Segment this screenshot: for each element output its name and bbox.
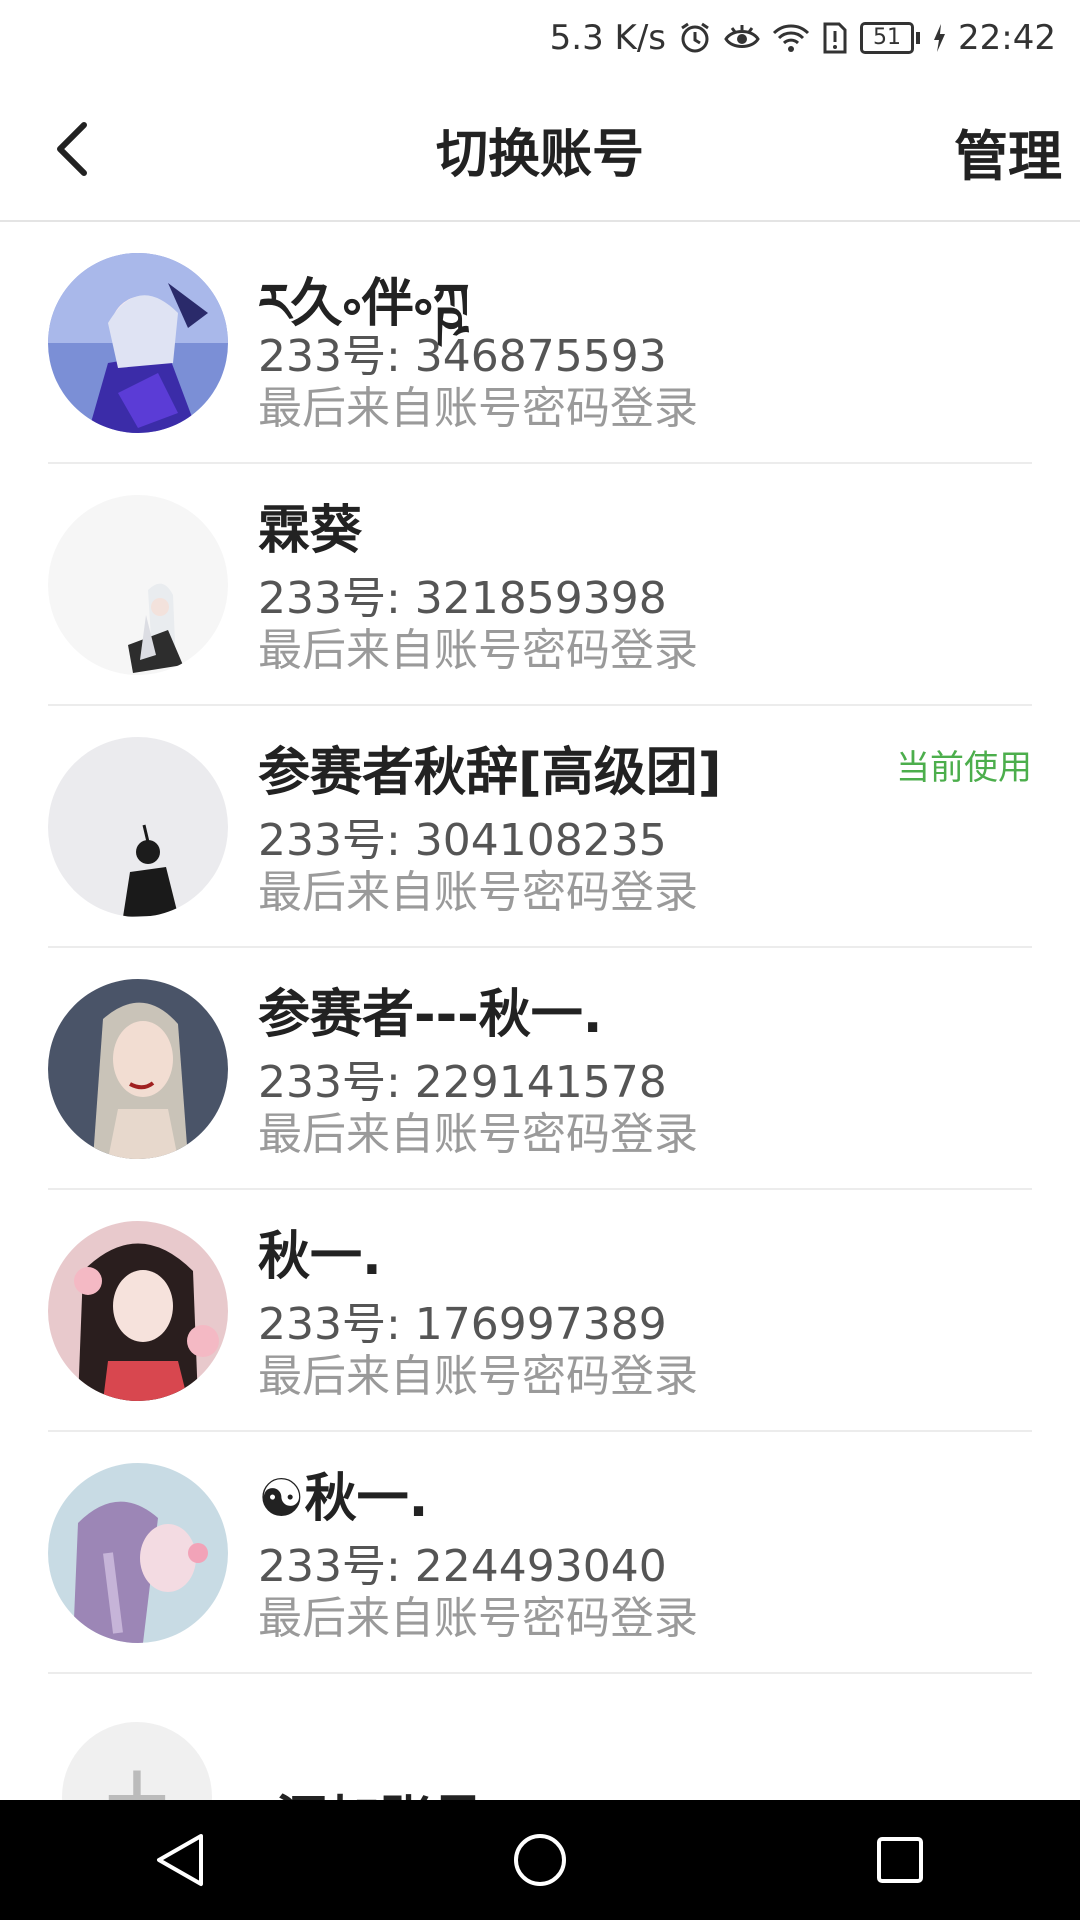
avatar (48, 1221, 228, 1401)
sim-alert-icon (822, 21, 848, 55)
account-item[interactable]: 参赛者---秋一. 233号: 229141578 最后来自账号密码登录 (48, 948, 1032, 1190)
account-name: 参赛者秋辞[高级团] (258, 743, 722, 803)
nav-home-button[interactable] (480, 1800, 600, 1920)
account-login-method: 最后来自账号密码登录 (258, 1351, 698, 1402)
avatar (48, 495, 228, 675)
app-header: 切换账号 管理 (0, 76, 1080, 222)
page-title: 切换账号 (435, 125, 644, 185)
avatar (48, 253, 228, 433)
account-login-method: 最后来自账号密码登录 (258, 1109, 698, 1160)
system-nav-bar (0, 1800, 1080, 1920)
account-name: ☯秋一. (258, 1469, 429, 1529)
account-item[interactable]: 参赛者秋辞[高级团] 233号: 304108235 最后来自账号密码登录 当前… (48, 706, 1032, 948)
home-circle-icon (514, 1834, 566, 1886)
current-account-badge: 当前使用 (896, 748, 1032, 788)
account-item[interactable]: ☯秋一. 233号: 224493040 最后来自账号密码登录 (48, 1432, 1032, 1674)
account-item[interactable]: 霖葵 233号: 321859398 最后来自账号密码登录 (48, 464, 1032, 706)
account-login-method: 最后来自账号密码登录 (258, 1593, 698, 1644)
account-name: 参赛者---秋一. (258, 985, 603, 1045)
battery-icon: 51 (860, 22, 921, 54)
alarm-icon (678, 21, 712, 55)
battery-level: 51 (860, 22, 915, 54)
account-list: ར久༚伴༚ཀྵ 233号: 346875593 最后来自账号密码登录 霖葵 23… (0, 222, 1080, 1674)
account-login-method: 最后来自账号密码登录 (258, 383, 698, 434)
account-name: 霖葵 (258, 501, 363, 561)
add-account-button[interactable]: + 添加账号 (48, 1696, 1032, 1872)
clock-time: 22:42 (958, 18, 1056, 58)
status-bar: 5.3 K/s 51 22:42 (0, 0, 1080, 76)
account-login-method: 最后来自账号密码登录 (258, 867, 698, 918)
account-name: 秋一. (258, 1227, 382, 1287)
nav-recents-button[interactable] (840, 1800, 960, 1920)
screen: 5.3 K/s 51 22:42 切换账号 管理 ར久༚伴༚ཀྵ 233号: 3… (0, 0, 1080, 1920)
account-login-method: 最后来自账号密码登录 (258, 625, 698, 676)
recents-square-icon (877, 1837, 923, 1883)
account-item[interactable]: ར久༚伴༚ཀྵ 233号: 346875593 最后来自账号密码登录 (48, 222, 1032, 464)
charging-icon (932, 23, 946, 53)
avatar (48, 979, 228, 1159)
eye-icon (724, 23, 760, 53)
nav-back-button[interactable] (120, 1800, 240, 1920)
network-speed: 5.3 K/s (549, 18, 667, 58)
account-item[interactable]: 秋一. 233号: 176997389 最后来自账号密码登录 (48, 1190, 1032, 1432)
manage-button[interactable]: 管理 (954, 112, 1062, 191)
wifi-icon (772, 23, 810, 53)
avatar (48, 1463, 228, 1643)
back-triangle-icon (157, 1834, 203, 1886)
avatar (48, 737, 228, 917)
